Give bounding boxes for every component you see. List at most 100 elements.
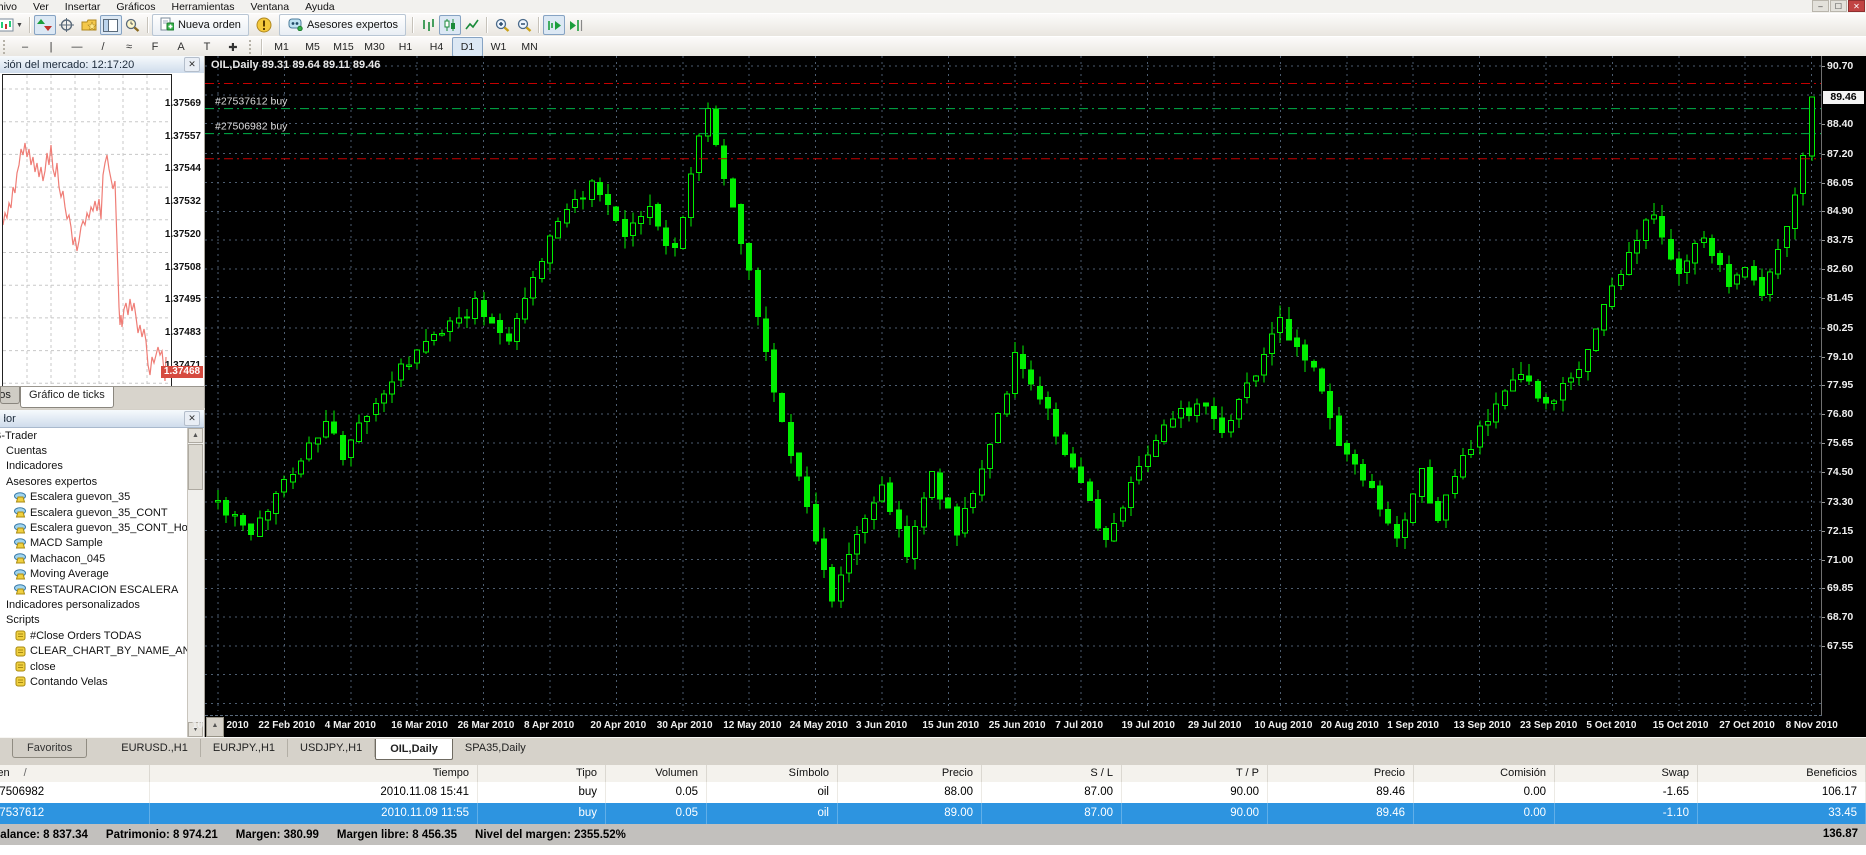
market-watch-button[interactable] — [34, 15, 56, 35]
chart-tab-eurusdh1[interactable]: EURUSD.,H1 — [109, 739, 201, 757]
timeframe-m15[interactable]: M15 — [328, 37, 359, 57]
main-chart[interactable]: #27537612 buy#27506982 buy OIL,Daily 89.… — [205, 56, 1866, 737]
navigator-item[interactable]: Contando Velas — [0, 674, 188, 689]
horizontal-line-tool-icon[interactable]: — — [64, 37, 90, 57]
timeframe-w1[interactable]: W1 — [483, 37, 514, 57]
terminal-column-precio[interactable]: Precio — [838, 765, 982, 782]
navigator-item-label: Contando Velas — [30, 676, 108, 688]
terminal-column-swap[interactable]: Swap — [1555, 765, 1698, 782]
text-tool-icon[interactable]: A — [168, 37, 194, 57]
vertical-line-tool-icon[interactable]: | — [38, 37, 64, 57]
navigator-item[interactable]: CLEAR_CHART_BY_NAME_AND_TYPE — [0, 643, 188, 658]
maximize-button[interactable]: ☐ — [1830, 0, 1847, 12]
zoom-in-button[interactable] — [491, 15, 513, 35]
arrows-tool-icon[interactable]: ✚ — [220, 37, 246, 57]
navigator-item[interactable]: Indicadores — [0, 459, 188, 474]
chart-tab-oildaily[interactable]: OIL,Daily — [375, 739, 453, 760]
data-window-button[interactable] — [56, 15, 78, 35]
navigator-item[interactable]: Escalera guevon_35 — [0, 490, 188, 505]
navigator-item[interactable]: #Close Orders TODAS — [0, 628, 188, 643]
terminal-column-comisin[interactable]: Comisión — [1414, 765, 1555, 782]
scroll-up-icon[interactable]: ▲ — [188, 428, 203, 443]
market-watch-close-icon[interactable]: ✕ — [184, 57, 200, 72]
bar-chart-mode-button[interactable] — [417, 15, 439, 35]
navigator-scrollbar[interactable]: ▲ ▼ — [187, 428, 204, 737]
timeframe-d1[interactable]: D1 — [452, 37, 483, 57]
tab-simbolos[interactable]: Símbolos — [0, 387, 20, 404]
terminal-button[interactable] — [122, 15, 144, 35]
fibonacci-tool-icon[interactable]: F — [142, 37, 168, 57]
date-axis-label: 12 May 2010 — [723, 720, 781, 731]
close-button[interactable]: ✕ — [1848, 0, 1865, 12]
menu-archivo[interactable]: Archivo — [0, 1, 25, 13]
price-axis-label: 84.90 — [1827, 205, 1853, 217]
timeframe-m5[interactable]: M5 — [297, 37, 328, 57]
line-chart-mode-button[interactable] — [461, 15, 483, 35]
navigator-item[interactable]: Escalera guevon_35_CONT_Hora — [0, 520, 188, 535]
folder-star-icon — [81, 18, 97, 32]
cursor-tool-icon[interactable]: – — [12, 37, 38, 57]
navigator-item[interactable]: Escalera guevon_35_CONT — [0, 505, 188, 520]
minimize-button[interactable]: – — [1812, 0, 1829, 12]
new-chart-button[interactable]: ▼ — [0, 15, 26, 35]
terminal-column-beneficios[interactable]: Beneficios — [1698, 765, 1866, 782]
terminal-column-tiempo[interactable]: Tiempo — [150, 765, 478, 782]
navigator-item[interactable]: Scripts — [0, 613, 188, 628]
zoom-out-button[interactable] — [513, 15, 535, 35]
navigator-button[interactable] — [100, 15, 122, 35]
navigator-item[interactable]: RESTAURACION ESCALERA — [0, 582, 188, 597]
candlestick-mode-button[interactable] — [439, 15, 461, 35]
profiles-button[interactable] — [78, 15, 100, 35]
navigator-item[interactable]: close — [0, 659, 188, 674]
chart-tab-usdjpyh1[interactable]: USDJPY.,H1 — [288, 739, 375, 757]
menu-ver[interactable]: Ver — [25, 1, 57, 13]
navigator-item-label: Moving Average — [30, 568, 109, 580]
menu-ayuda[interactable]: Ayuda — [297, 1, 343, 13]
alert-button[interactable] — [253, 15, 275, 35]
menu-ventana[interactable]: Ventana — [243, 1, 298, 13]
navigator-item[interactable]: Indicadores personalizados — [0, 597, 188, 612]
terminal-column-smbolo[interactable]: Símbolo — [707, 765, 838, 782]
chart-scroll-button[interactable]: ▲ — [206, 717, 224, 737]
navigator-item[interactable]: Cuentas — [0, 443, 188, 458]
auto-scroll-button[interactable] — [543, 15, 565, 35]
navigator-item[interactable]: Machacon_045 — [0, 551, 188, 566]
terminal-column-volumen[interactable]: Volumen — [606, 765, 707, 782]
terminal-column-precio[interactable]: Precio — [1268, 765, 1414, 782]
expert-advisors-button[interactable]: Asesores expertos — [279, 14, 406, 36]
menu-insertar[interactable]: Insertar — [57, 1, 109, 13]
tab-grafico-de-ticks[interactable]: Gráfico de ticks — [20, 387, 114, 408]
tick-chart[interactable]: 1.375691.375571.375441.375321.375201.375… — [0, 73, 204, 386]
navigator-item[interactable]: Asesores expertos — [0, 474, 188, 489]
chart-shift-button[interactable] — [565, 15, 587, 35]
navigator-item[interactable]: Moving Average — [0, 567, 188, 582]
timeframe-h4[interactable]: H4 — [421, 37, 452, 57]
text-label-tool-icon[interactable]: T — [194, 37, 220, 57]
menu-grficos[interactable]: Gráficos — [108, 1, 163, 13]
new-order-icon — [160, 17, 174, 34]
terminal-column-tipo[interactable]: Tipo — [478, 765, 606, 782]
trendline-tool-icon[interactable]: / — [90, 37, 116, 57]
date-axis-label: 15 Oct 2010 — [1653, 720, 1709, 731]
order-row-27537612[interactable]: 275376122010.11.09 11:55buy0.05oil89.008… — [0, 803, 1866, 824]
navigator-item[interactable]: MACD Sample — [0, 536, 188, 551]
timeframe-h1[interactable]: H1 — [390, 37, 421, 57]
timeframe-mn[interactable]: MN — [514, 37, 545, 57]
chart-tab-eurjpyh1[interactable]: EURJPY.,H1 — [201, 739, 288, 757]
scrollbar-thumb[interactable] — [188, 444, 203, 490]
expert-advisor-icon — [14, 492, 27, 503]
equidistant-channel-tool-icon[interactable]: ≈ — [116, 37, 142, 57]
timeframe-m30[interactable]: M30 — [359, 37, 390, 57]
menu-herramientas[interactable]: Herramientas — [163, 1, 242, 13]
terminal-column-orden[interactable]: Orden/ — [0, 765, 150, 782]
navigator-close-icon[interactable]: ✕ — [184, 411, 200, 426]
tab-favoritos[interactable]: Favoritos — [12, 739, 87, 758]
new-order-button[interactable]: Nueva orden — [152, 14, 249, 36]
market-watch-tabs: Símbolos Gráfico de ticks — [0, 386, 204, 409]
chart-tab-spa35daily[interactable]: SPA35,Daily — [453, 739, 538, 757]
terminal-column-tp[interactable]: T / P — [1122, 765, 1268, 782]
timeframe-m1[interactable]: M1 — [266, 37, 297, 57]
order-row-27506982[interactable]: 275069822010.11.08 15:41buy0.05oil88.008… — [0, 782, 1866, 803]
terminal-column-sl[interactable]: S / L — [982, 765, 1122, 782]
navigator-item[interactable]: B-Trader — [0, 428, 188, 443]
